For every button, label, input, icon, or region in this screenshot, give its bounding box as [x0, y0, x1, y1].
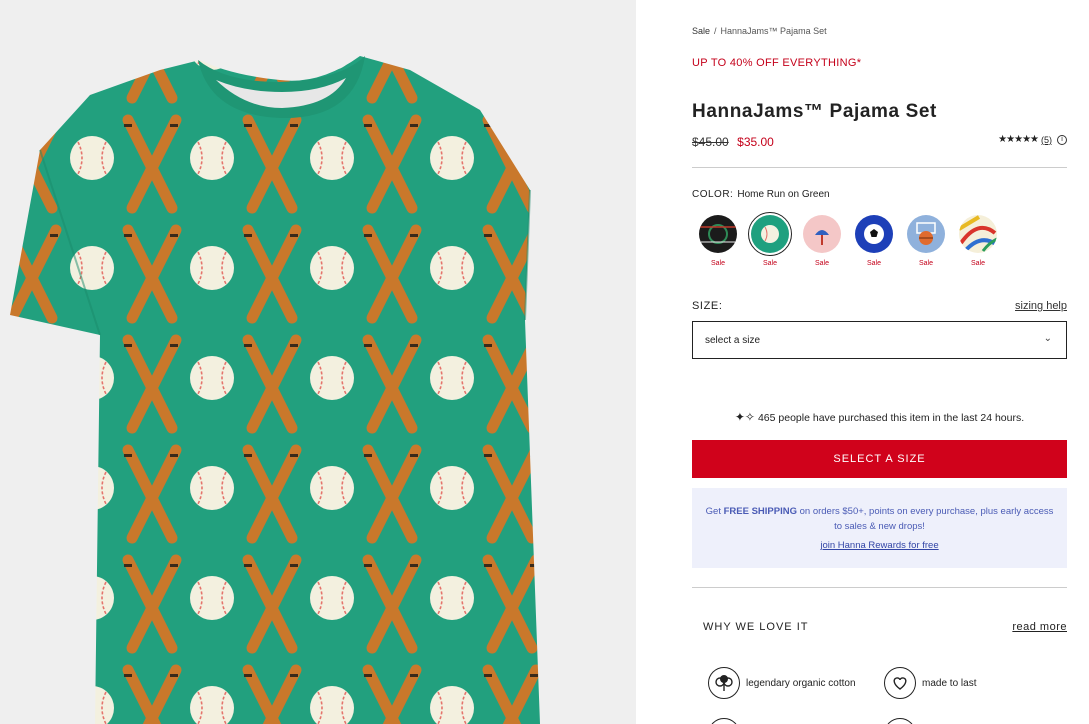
- swatch-sports-on-black[interactable]: Sale: [692, 215, 744, 267]
- product-title: HannaJams™ Pajama Set: [692, 101, 937, 122]
- rewards-prefix: Get: [705, 506, 721, 517]
- swatch-image: [748, 212, 792, 256]
- sale-tag: Sale: [762, 260, 777, 267]
- size-select-placeholder: select a size: [705, 335, 761, 346]
- sparkle-icon: ✦✧: [734, 410, 755, 424]
- social-proof: ✦✧ 465 people have purchased this item in…: [692, 410, 1067, 424]
- sale-tag: Sale: [866, 260, 881, 267]
- original-price: $45.00: [692, 135, 729, 149]
- rewards-banner: Get FREE SHIPPING on orders $50+, points…: [692, 488, 1067, 568]
- cotton-icon: [708, 667, 740, 699]
- read-more-link[interactable]: read more: [1012, 621, 1067, 633]
- sale-tag: Sale: [918, 260, 933, 267]
- sale-tag: Sale: [970, 260, 985, 267]
- join-rewards-link[interactable]: join Hanna Rewards for free: [820, 540, 938, 551]
- color-label: COLOR: Home Run on Green: [692, 189, 830, 200]
- feature-label: legendary organic cotton: [746, 677, 856, 689]
- rewards-highlight: FREE SHIPPING: [723, 506, 797, 517]
- sale-tag: Sale: [814, 260, 829, 267]
- swatch-pink-print[interactable]: Sale: [796, 215, 848, 267]
- rewards-line-1: Get FREE SHIPPING on orders $50+, points…: [692, 504, 1067, 519]
- swatch-multicolor-stripe[interactable]: Sale: [952, 215, 1004, 267]
- product-details: Sale / HannaJams™ Pajama Set UP TO 40% OFF…: [692, 0, 1067, 724]
- feature-label: made to last: [922, 677, 977, 689]
- info-icon[interactable]: i: [1057, 134, 1067, 145]
- swatch-image: [699, 215, 737, 253]
- color-label-text: COLOR:: [692, 189, 734, 200]
- swatch-image: [907, 215, 945, 253]
- heart-icon: [884, 667, 916, 699]
- rewards-line-2: to sales & new drops!: [834, 521, 925, 532]
- sizing-help-link[interactable]: sizing help: [1015, 300, 1067, 312]
- review-count-link[interactable]: (5): [1041, 135, 1052, 145]
- sale-price: $35.00: [737, 135, 774, 149]
- price-row: $45.00 $35.00 ★★★★★ (5) i: [692, 133, 1067, 149]
- rating-stars-icon: ★★★★★: [998, 134, 1039, 145]
- divider: [692, 587, 1067, 588]
- feature-icon-partial: [884, 718, 916, 724]
- swatch-image: [959, 215, 997, 253]
- feature-made-to-last: made to last: [884, 667, 976, 699]
- rating[interactable]: ★★★★★ (5) i: [998, 134, 1067, 145]
- sale-tag: Sale: [710, 260, 725, 267]
- size-label: SIZE:: [692, 300, 723, 312]
- selected-color-name: Home Run on Green: [737, 189, 830, 200]
- breadcrumb-separator: /: [714, 26, 717, 36]
- feature-icon-partial: [708, 718, 740, 724]
- swatch-basketball-on-light-blue[interactable]: Sale: [900, 215, 952, 267]
- why-we-love-it-heading[interactable]: WHY WE LOVE IT: [703, 621, 808, 633]
- product-image[interactable]: [0, 0, 636, 724]
- size-select[interactable]: select a size ⌄: [692, 321, 1067, 359]
- feature-organic-cotton: legendary organic cotton: [708, 667, 856, 699]
- breadcrumb-current: HannaJams™ Pajama Set: [720, 26, 827, 36]
- color-swatches: Sale Sale Sale Sale Sale Sale: [692, 212, 1004, 267]
- breadcrumb-sale-link[interactable]: Sale: [692, 26, 710, 36]
- select-size-button[interactable]: SELECT A SIZE: [692, 440, 1067, 478]
- promo-banner[interactable]: UP TO 40% OFF EVERYTHING*: [692, 57, 861, 69]
- swatch-soccer-on-blue[interactable]: Sale: [848, 215, 900, 267]
- social-proof-text: 465 people have purchased this item in t…: [757, 412, 1025, 424]
- swatch-image: [855, 215, 893, 253]
- swatch-image: [803, 215, 841, 253]
- chevron-down-icon: ⌄: [1043, 333, 1052, 344]
- swatch-home-run-on-green[interactable]: Sale: [744, 212, 796, 267]
- pajama-shirt-illustration: [0, 0, 636, 724]
- divider: [692, 167, 1067, 168]
- breadcrumb: Sale / HannaJams™ Pajama Set: [692, 26, 827, 36]
- rewards-suffix: on orders $50+, points on every purchase…: [799, 506, 1054, 517]
